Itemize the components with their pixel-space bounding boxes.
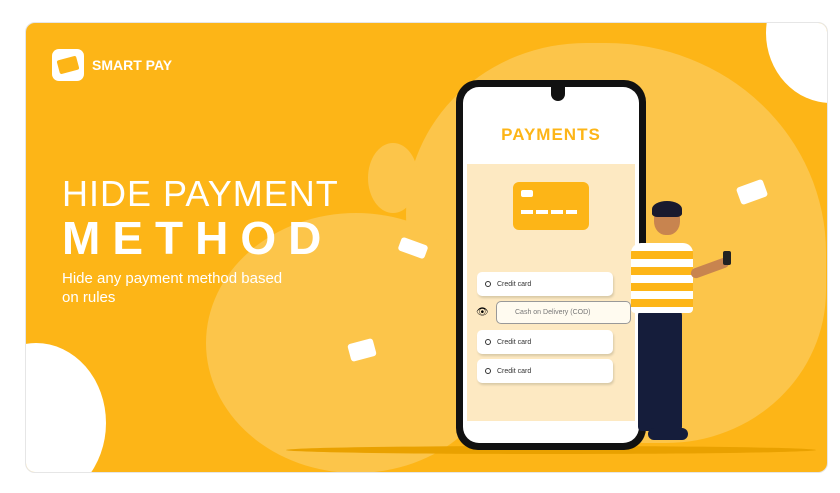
radio-icon[interactable]	[485, 368, 491, 374]
background-blob	[368, 143, 418, 213]
phone-mockup: PAYMENTS Credit card 👁 Cash on Delivery …	[456, 80, 646, 450]
logo-icon	[52, 49, 84, 81]
person-hair	[652, 201, 682, 217]
payments-panel: Credit card 👁 Cash on Delivery (COD) Cre…	[467, 164, 635, 421]
brand-name: SMART PAY	[92, 57, 173, 73]
promo-banner: SMART PAY HIDE PAYMENT METHOD Hide any p…	[25, 22, 828, 473]
option-label: Credit card	[497, 367, 532, 375]
payment-option-cod-hidden[interactable]: Cash on Delivery (COD)	[496, 301, 631, 324]
payment-option-credit-card[interactable]: Credit card	[477, 272, 613, 296]
camera-notch	[551, 87, 565, 101]
credit-card-icon	[513, 182, 589, 230]
option-label: Credit card	[497, 338, 532, 346]
person-shirt	[631, 243, 693, 313]
hero-title-line1: HIDE PAYMENT	[62, 173, 339, 214]
corner-shape	[26, 343, 106, 472]
payment-option-credit-card[interactable]: Credit card	[477, 359, 613, 383]
phone-in-hand-icon	[723, 251, 731, 265]
eye-slash-icon: 👁	[476, 307, 489, 318]
option-label: Credit card	[497, 280, 532, 288]
radio-icon[interactable]	[485, 281, 491, 287]
hero-subtitle: Hide any payment method based on rules	[62, 270, 283, 306]
payment-option-credit-card[interactable]: Credit card	[477, 330, 613, 354]
hero-title-line2: METHOD	[62, 212, 334, 264]
corner-shape	[766, 23, 827, 103]
person-illustration	[638, 311, 682, 431]
radio-icon[interactable]	[485, 339, 491, 345]
person-shoe	[648, 428, 688, 440]
payments-title: PAYMENTS	[501, 125, 601, 144]
